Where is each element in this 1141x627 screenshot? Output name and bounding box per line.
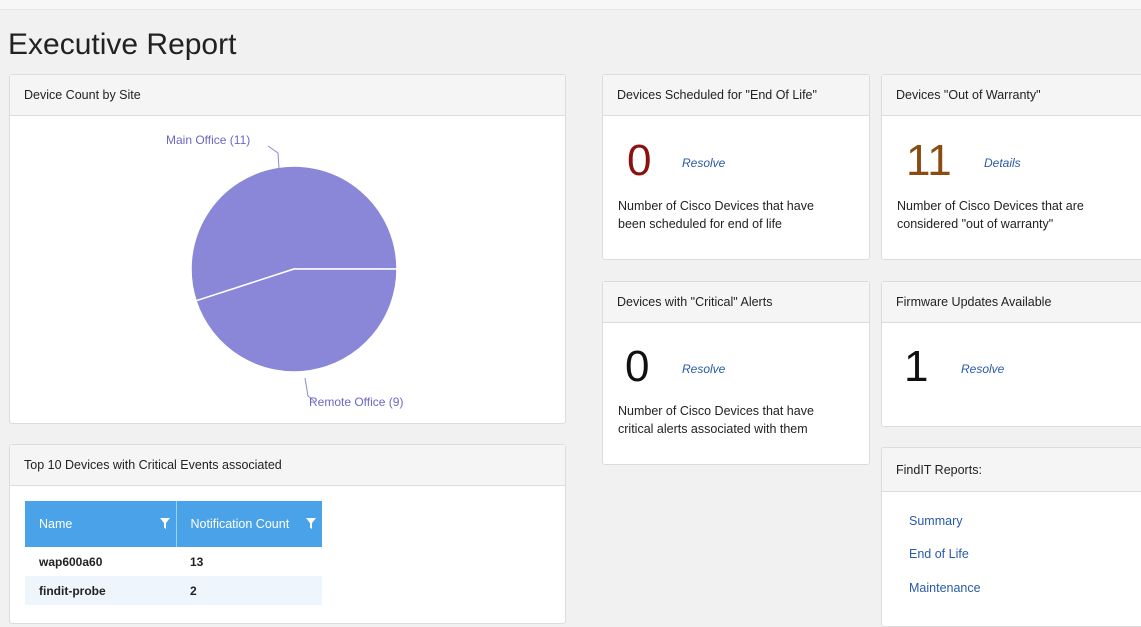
warranty-description-line2: considered "out of warranty" bbox=[897, 217, 1054, 231]
report-link-summary[interactable]: Summary bbox=[909, 514, 962, 528]
filter-icon[interactable] bbox=[159, 518, 170, 529]
top-bar bbox=[0, 0, 1141, 10]
eol-description-line1: Number of Cisco Devices that have bbox=[618, 199, 814, 213]
cell-notification-count: 13 bbox=[190, 554, 204, 569]
device-count-panel: Device Count by Site Main Office (11) Re… bbox=[9, 74, 566, 424]
critical-title: Devices with "Critical" Alerts bbox=[603, 282, 869, 323]
column-header-name-label: Name bbox=[39, 517, 73, 531]
cell-device-name: findit-probe bbox=[39, 583, 106, 598]
device-count-title: Device Count by Site bbox=[10, 75, 565, 116]
cell-device-name: wap600a60 bbox=[39, 554, 103, 569]
eol-resolve-link[interactable]: Resolve bbox=[682, 156, 725, 170]
site-pie-chart: Main Office (11) Remote Office (9) bbox=[166, 133, 403, 409]
report-link-maintenance[interactable]: Maintenance bbox=[909, 581, 981, 595]
eol-title: Devices Scheduled for "End Of Life" bbox=[603, 75, 869, 116]
top10-table: Name Notification Count wap600a60 13 fin… bbox=[25, 501, 322, 605]
critical-resolve-link[interactable]: Resolve bbox=[682, 362, 725, 376]
critical-description-line1: Number of Cisco Devices that have bbox=[618, 404, 814, 418]
pie-label-main-office: Main Office (11) bbox=[166, 133, 250, 147]
firmware-resolve-link[interactable]: Resolve bbox=[961, 362, 1004, 376]
warranty-details-link[interactable]: Details bbox=[984, 156, 1021, 170]
reports-panel: FindIT Reports: Summary End of Life Main… bbox=[881, 447, 1141, 627]
cell-notification-count: 2 bbox=[190, 583, 197, 598]
eol-panel: Devices Scheduled for "End Of Life" 0 Re… bbox=[602, 74, 870, 260]
critical-alerts-panel: Devices with "Critical" Alerts 0 Resolve… bbox=[602, 281, 870, 465]
pie-label-remote-office: Remote Office (9) bbox=[309, 395, 403, 409]
critical-count: 0 bbox=[625, 342, 650, 391]
column-header-name[interactable]: Name bbox=[25, 501, 177, 547]
column-header-count-label: Notification Count bbox=[190, 517, 290, 531]
critical-description-line2: critical alerts associated with them bbox=[618, 422, 808, 436]
warranty-description-line1: Number of Cisco Devices that are bbox=[897, 199, 1084, 213]
filter-icon[interactable] bbox=[306, 518, 316, 529]
firmware-panel: Firmware Updates Available 1 Resolve bbox=[881, 281, 1141, 427]
firmware-title: Firmware Updates Available bbox=[882, 282, 1141, 323]
warranty-count: 11 bbox=[906, 136, 952, 185]
column-header-notification-count[interactable]: Notification Count bbox=[176, 501, 322, 547]
warranty-panel: Devices "Out of Warranty" 11 Details Num… bbox=[881, 74, 1141, 260]
table-row[interactable]: wap600a60 13 bbox=[25, 547, 322, 576]
eol-description-line2: been scheduled for end of life bbox=[618, 217, 783, 231]
top10-panel: Top 10 Devices with Critical Events asso… bbox=[9, 444, 566, 624]
report-link-end-of-life[interactable]: End of Life bbox=[909, 547, 969, 561]
page-title: Executive Report bbox=[8, 28, 237, 61]
warranty-title: Devices "Out of Warranty" bbox=[882, 75, 1141, 116]
firmware-count: 1 bbox=[904, 342, 929, 391]
top10-title: Top 10 Devices with Critical Events asso… bbox=[10, 445, 565, 486]
table-row[interactable]: findit-probe 2 bbox=[25, 576, 322, 605]
reports-title: FindIT Reports: bbox=[882, 448, 1141, 492]
eol-count: 0 bbox=[627, 136, 652, 185]
